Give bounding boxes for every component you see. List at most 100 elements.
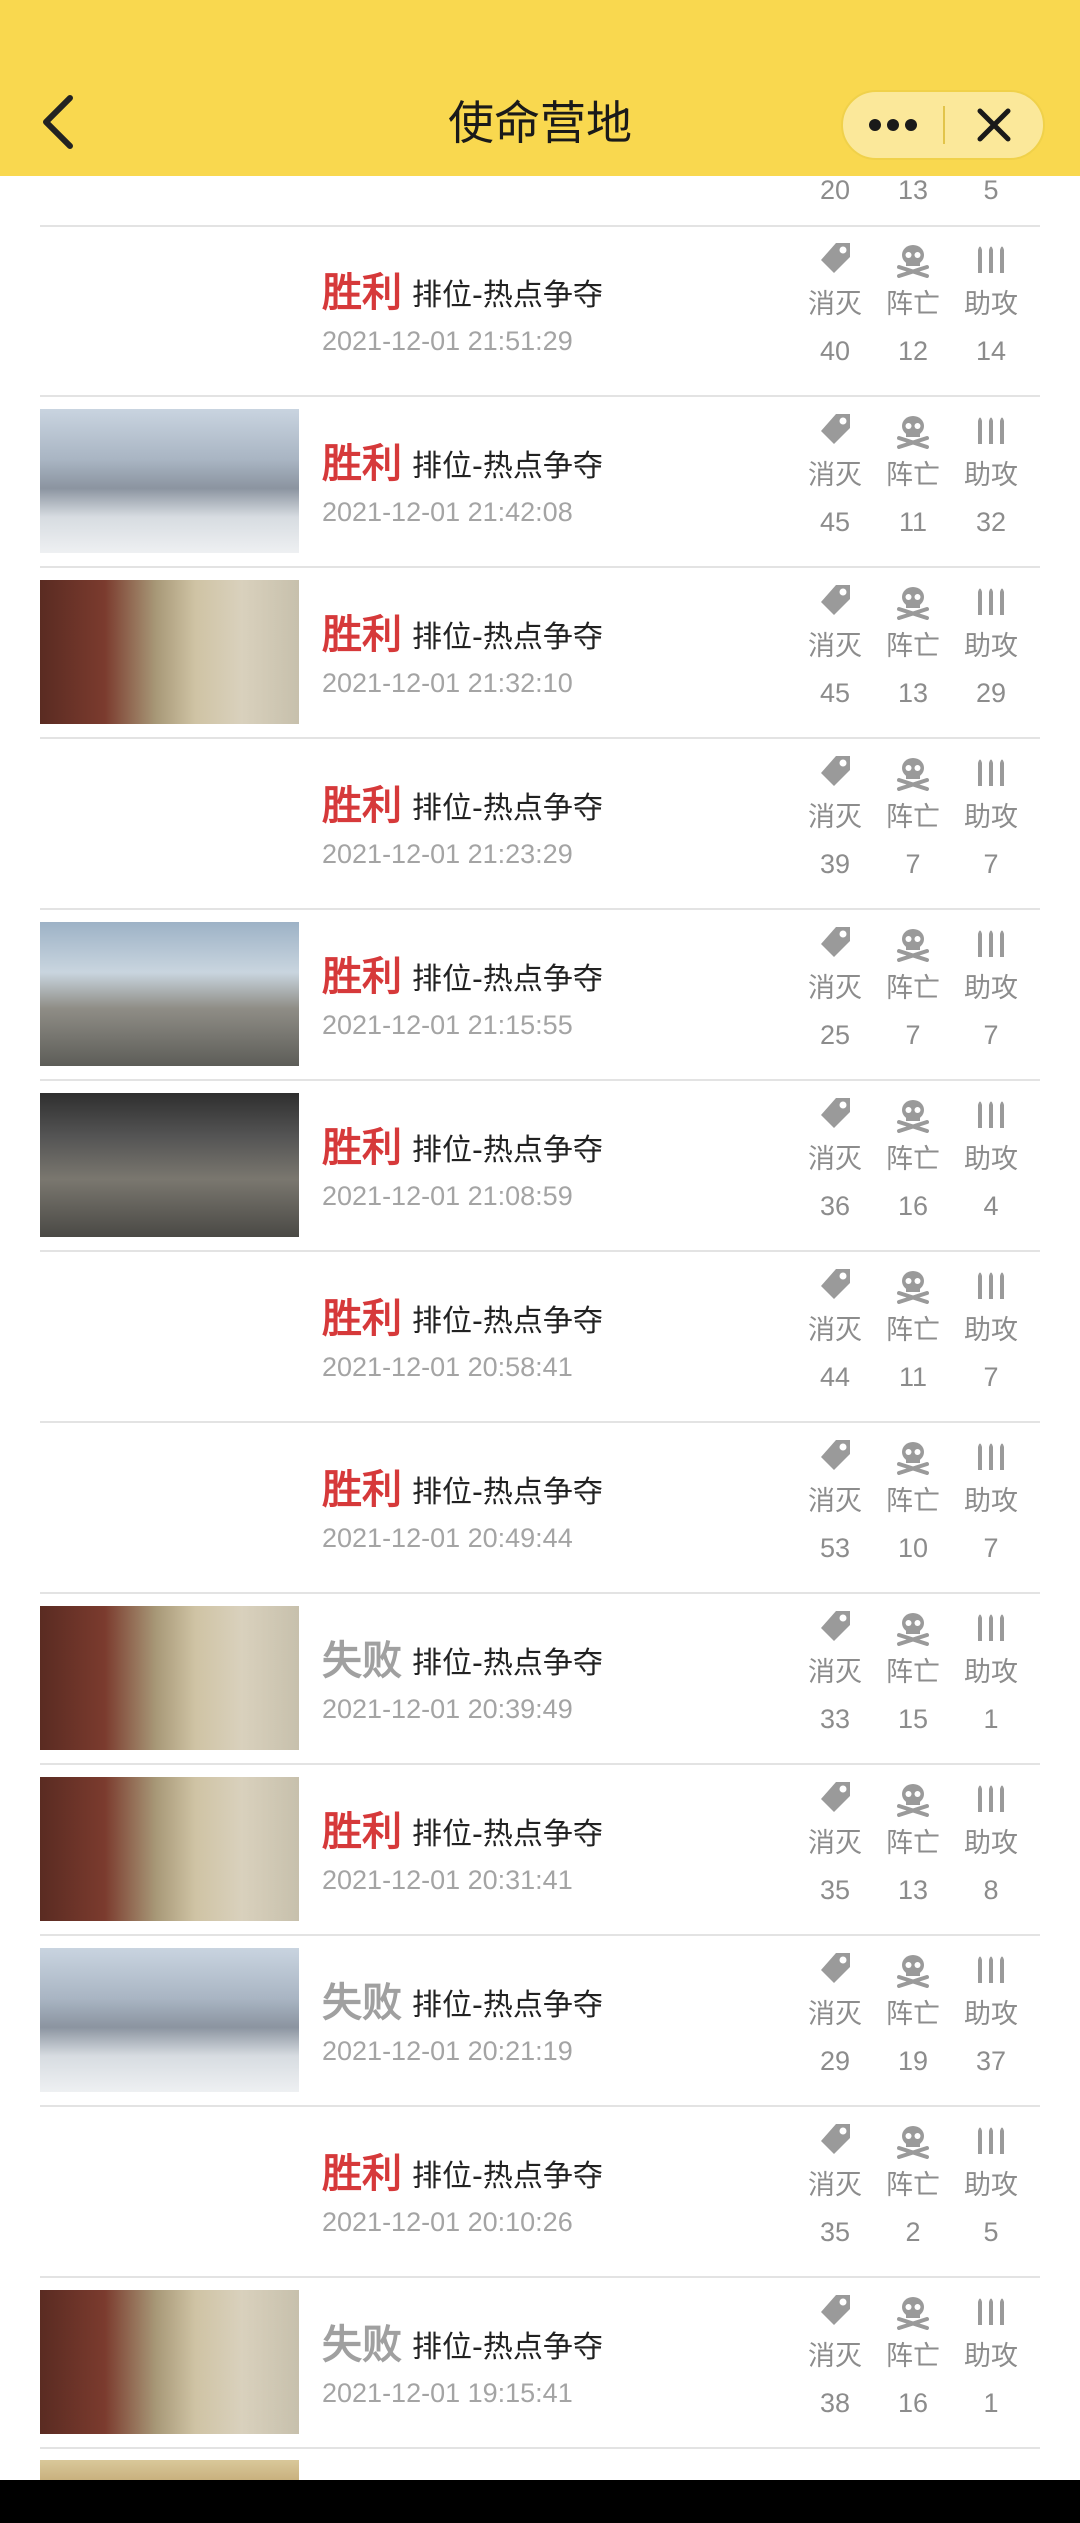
stat-kills: 消灭 40 xyxy=(795,236,875,374)
match-row[interactable]: 胜利 排位-热点争夺 2021-12-01 21:51:29 消灭 40 阵亡 … xyxy=(40,226,1040,397)
stat-assists: 助攻 1 xyxy=(951,1604,1031,1742)
match-row[interactable]: 胜利 排位-热点争夺 2021-12-01 21:42:08 消灭 45 阵亡 … xyxy=(40,397,1040,568)
map-thumbnail xyxy=(40,1777,299,1921)
match-result: 胜利 xyxy=(322,441,402,487)
match-row[interactable]: 胜利 排位-热点争夺 2021-12-01 20:31:41 消灭 35 阵亡 … xyxy=(40,1765,1040,1936)
match-time: 2021-12-01 20:49:44 xyxy=(322,1523,573,1553)
deaths-label: 阵亡 xyxy=(886,289,940,320)
assists-value: 7 xyxy=(983,1533,999,1563)
match-mode: 排位-热点争夺 xyxy=(412,278,603,313)
kills-value: 29 xyxy=(819,2046,851,2076)
stat-deaths: 阵亡 16 xyxy=(873,2288,953,2426)
kills-label: 消灭 xyxy=(808,1144,862,1175)
match-result: 胜利 xyxy=(322,2151,402,2197)
match-row[interactable]: 胜利 排位-热点争夺 2021-12-01 21:08:59 消灭 36 阵亡 … xyxy=(40,1081,1040,1252)
skull-icon xyxy=(897,587,929,620)
map-thumbnail xyxy=(40,1606,299,1750)
skull-icon xyxy=(897,416,929,449)
tag-icon xyxy=(821,2295,850,2325)
map-thumbnail xyxy=(40,1948,299,2092)
assists-value: 14 xyxy=(975,336,1007,366)
deaths-value: 2 xyxy=(905,2217,921,2247)
stat-assists: 助攻 7 xyxy=(951,920,1031,1058)
assists-label: 助攻 xyxy=(964,460,1018,491)
bullets-icon xyxy=(978,2298,1004,2325)
nav-header: 使命营地 xyxy=(0,0,1080,176)
deaths-label: 阵亡 xyxy=(886,1486,940,1517)
skull-icon xyxy=(897,1784,929,1817)
kills-value: 33 xyxy=(819,1704,851,1734)
match-mode: 排位-热点争夺 xyxy=(412,962,603,997)
match-mode: 排位-热点争夺 xyxy=(412,1475,603,1510)
match-result: 失败 xyxy=(322,1638,402,1684)
bullets-icon xyxy=(978,1272,1004,1299)
match-row[interactable]: 失败 排位-热点争夺 2021-12-01 20:21:19 消灭 29 阵亡 … xyxy=(40,1936,1040,2107)
bullets-icon xyxy=(978,759,1004,786)
match-mode: 排位-热点争夺 xyxy=(412,1817,603,1852)
deaths-label: 阵亡 xyxy=(886,1144,940,1175)
kills-label: 消灭 xyxy=(808,1657,862,1688)
bullets-icon xyxy=(978,1101,1004,1128)
kills-value: 53 xyxy=(819,1533,851,1563)
match-row[interactable]: 胜利 排位-热点争夺 2021-12-01 21:15:55 消灭 25 阵亡 … xyxy=(40,910,1040,1081)
match-row[interactable]: 胜利 排位-热点争夺 2021-12-01 21:23:29 消灭 39 阵亡 … xyxy=(40,739,1040,910)
deaths-value: 7 xyxy=(905,849,921,879)
deaths-value: 16 xyxy=(897,2388,929,2418)
bullets-icon xyxy=(978,2127,1004,2154)
match-result: 失败 xyxy=(322,2322,402,2368)
deaths-value: 11 xyxy=(898,1362,928,1392)
map-thumbnail xyxy=(40,2290,299,2434)
stat-kills: 消灭 35 xyxy=(795,1775,875,1913)
deaths-value: 15 xyxy=(897,1704,929,1734)
stat-deaths: 阵亡 15 xyxy=(873,1604,953,1742)
match-result: 胜利 xyxy=(322,1125,402,1171)
stat-assists: 助攻 32 xyxy=(951,407,1031,545)
stat-kills: 消灭 44 xyxy=(795,1262,875,1400)
bullets-icon xyxy=(978,1614,1004,1641)
match-time: 2021-12-01 21:32:10 xyxy=(322,668,573,698)
assists-label: 助攻 xyxy=(964,1828,1018,1859)
stat-deaths: 阵亡 16 xyxy=(873,1091,953,1229)
match-row[interactable]: 胜利 排位-热点争夺 2021-12-01 21:32:10 消灭 45 阵亡 … xyxy=(40,568,1040,739)
stat-deaths: 阵亡 10 xyxy=(873,1433,953,1571)
assists-value: 4 xyxy=(983,1191,999,1221)
match-row[interactable]: 胜利 排位-热点争夺 2021-12-01 20:58:41 消灭 44 阵亡 … xyxy=(40,1252,1040,1423)
match-row[interactable]: 失败 排位-热点争夺 2021-12-01 20:39:49 消灭 33 阵亡 … xyxy=(40,1594,1040,1765)
match-mode: 排位-热点争夺 xyxy=(412,1646,603,1681)
assists-label: 助攻 xyxy=(964,2170,1018,2201)
more-button[interactable] xyxy=(843,92,943,158)
match-time: 2021-12-01 19:15:41 xyxy=(322,2378,573,2408)
deaths-label: 阵亡 xyxy=(886,802,940,833)
stat-deaths: 阵亡 7 xyxy=(873,920,953,1058)
stat-deaths: 阵亡 19 xyxy=(873,1946,953,2084)
tag-icon xyxy=(821,2124,850,2154)
tag-icon xyxy=(821,243,850,273)
match-time: 2021-12-01 21:08:59 xyxy=(322,1181,573,1211)
stat-assists: 助攻 8 xyxy=(951,1775,1031,1913)
close-button[interactable] xyxy=(945,92,1043,158)
match-row[interactable]: 失败 排位-热点争夺 2021-12-01 19:15:41 消灭 38 阵亡 … xyxy=(40,2278,1040,2449)
deaths-label: 阵亡 xyxy=(886,1828,940,1859)
deaths-value: 7 xyxy=(905,1020,921,1050)
kills-value: 25 xyxy=(819,1020,851,1050)
tag-icon xyxy=(821,1611,850,1641)
stat-deaths: 阵亡 11 xyxy=(873,1262,953,1400)
bullets-icon xyxy=(978,417,1004,444)
match-time: 2021-12-01 21:15:55 xyxy=(322,1010,573,1040)
match-row[interactable]: 胜利 排位-热点争夺 2021-12-01 20:10:26 消灭 35 阵亡 … xyxy=(40,2107,1040,2278)
kills-value: 45 xyxy=(819,678,851,708)
tag-icon xyxy=(821,414,850,444)
kills-label: 消灭 xyxy=(808,1315,862,1346)
assists-value: 5 xyxy=(983,2217,999,2247)
assists-label: 助攻 xyxy=(964,1144,1018,1175)
kills-value: 35 xyxy=(819,1875,851,1905)
stat-deaths: 阵亡 13 xyxy=(873,1775,953,1913)
match-mode: 排位-热点争夺 xyxy=(412,1988,603,2023)
bullets-icon xyxy=(978,1443,1004,1470)
deaths-value: 16 xyxy=(897,1191,929,1221)
deaths-label: 阵亡 xyxy=(886,2341,940,2372)
match-row[interactable]: 胜利 排位-热点争夺 2021-12-01 20:49:44 消灭 53 阵亡 … xyxy=(40,1423,1040,1594)
match-time: 2021-12-01 20:10:26 xyxy=(322,2207,573,2237)
map-thumbnail xyxy=(40,1093,299,1237)
system-bar xyxy=(0,2480,1080,2523)
